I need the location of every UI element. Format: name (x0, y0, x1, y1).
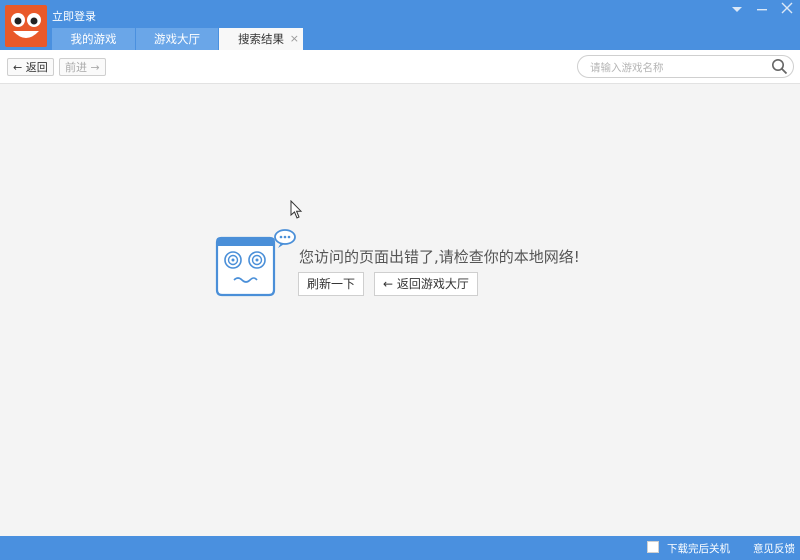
tab-strip: 我的游戏 游戏大厅 搜索结果 × (52, 28, 304, 50)
error-message: 您访问的页面出错了,请检查你的本地网络! (299, 248, 580, 266)
tab-close-icon[interactable]: × (290, 28, 299, 50)
refresh-button-label: 刷新一下 (307, 277, 356, 291)
mouse-cursor-icon (290, 199, 304, 224)
tab-label: 我的游戏 (70, 32, 117, 46)
toolbar: ← 返回 前进 → (0, 50, 800, 84)
search-box (577, 55, 794, 78)
title-bar: 立即登录 我的游戏 游戏大厅 搜索结果 × (0, 0, 800, 50)
back-to-hall-label: 返回游戏大厅 (396, 277, 469, 291)
smiley-logo-icon (5, 5, 47, 47)
tab-label: 游戏大厅 (154, 32, 200, 46)
tab-label: 搜索结果 (238, 32, 284, 46)
tab-my-games[interactable]: 我的游戏 (52, 28, 135, 50)
arrow-left-icon: ← (383, 277, 394, 291)
arrow-right-icon: → (90, 61, 100, 74)
minimize-icon[interactable] (751, 2, 773, 20)
search-input[interactable] (588, 58, 762, 77)
forward-button-label: 前进 (65, 61, 87, 74)
tab-search-results[interactable]: 搜索结果 × (219, 28, 303, 50)
dizzy-mascot-icon (212, 228, 298, 304)
back-button-label: 返回 (25, 61, 48, 74)
shutdown-checkbox[interactable] (647, 541, 659, 553)
feedback-link[interactable]: 意见反馈 (753, 541, 795, 556)
dropdown-menu-icon[interactable] (726, 2, 748, 20)
arrow-left-icon: ← (13, 61, 23, 74)
back-to-hall-button[interactable]: ← 返回游戏大厅 (374, 272, 478, 296)
refresh-button[interactable]: 刷新一下 (298, 272, 365, 296)
back-button[interactable]: ← 返回 (7, 58, 54, 76)
close-icon[interactable] (776, 2, 798, 20)
shutdown-label: 下载完后关机 (667, 543, 730, 555)
status-bar: 下载完后关机 意见反馈 (0, 536, 800, 560)
tab-game-hall[interactable]: 游戏大厅 (136, 28, 218, 50)
search-icon[interactable] (771, 58, 788, 79)
forward-button[interactable]: 前进 → (59, 58, 106, 76)
login-link[interactable]: 立即登录 (52, 8, 96, 24)
